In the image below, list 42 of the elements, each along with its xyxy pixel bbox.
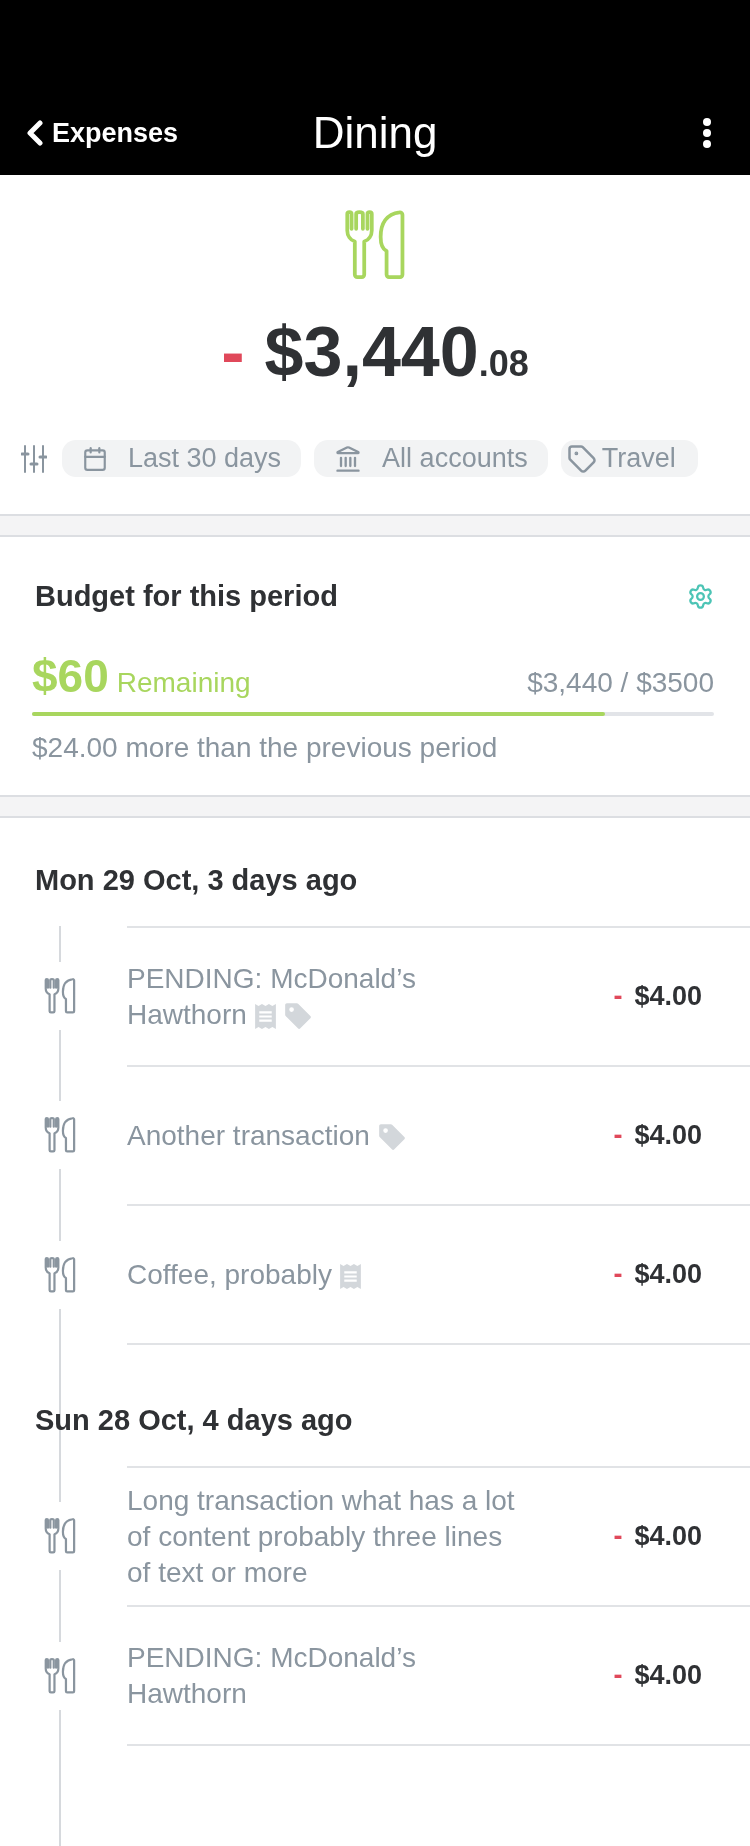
fork-knife-icon bbox=[43, 1657, 77, 1694]
budget-comparison: $24.00 more than the previous period bbox=[32, 732, 499, 764]
minus-sign: - bbox=[613, 1520, 623, 1554]
page-title: Dining bbox=[312, 107, 438, 159]
transaction-amount: $4.00 bbox=[634, 1258, 702, 1292]
transaction-amount: $4.00 bbox=[634, 1119, 702, 1153]
filter-sliders-icon[interactable] bbox=[21, 444, 47, 473]
filter-chip[interactable]: Travel bbox=[560, 440, 698, 477]
remaining-amount: $60 bbox=[32, 653, 109, 699]
filter-chip[interactable]: All accounts bbox=[314, 440, 548, 477]
transaction-description: Long transaction what has a lot of content probably three lines of text or more bbox=[127, 1484, 515, 1588]
fork-knife-icon bbox=[43, 977, 77, 1014]
minus-sign: - bbox=[613, 980, 623, 1014]
bank-icon bbox=[334, 444, 363, 473]
filter-chip[interactable]: Last 30 days bbox=[62, 440, 302, 477]
minus-sign: - bbox=[613, 1119, 623, 1153]
fork-knife-icon bbox=[43, 1517, 77, 1554]
transaction-amount: $4.00 bbox=[634, 1520, 702, 1554]
transaction-amount: $4.00 bbox=[634, 1659, 702, 1693]
minus-sign: - bbox=[613, 1659, 623, 1693]
calendar-icon bbox=[82, 445, 108, 472]
fork-knife-icon bbox=[43, 1256, 77, 1293]
date-heading: Mon 29 Oct, 3 days ago bbox=[35, 863, 359, 897]
budget-title: Budget for this period bbox=[35, 579, 338, 613]
amount-cents: .08 bbox=[478, 342, 529, 386]
minus-sign: - bbox=[221, 316, 245, 388]
more-menu-icon[interactable] bbox=[702, 118, 712, 148]
transaction-description: Another transaction bbox=[127, 1119, 370, 1151]
back-button[interactable]: Expenses bbox=[24, 112, 179, 154]
total-amount: $3,440 bbox=[264, 316, 479, 388]
tag-icon bbox=[566, 443, 597, 474]
transaction-amount: $4.00 bbox=[634, 980, 702, 1014]
transaction-description: Coffee, probably bbox=[127, 1258, 332, 1290]
transaction-description: PENDING: McDonald’s Hawthorn bbox=[127, 962, 416, 1030]
minus-sign: - bbox=[613, 1258, 623, 1292]
spent-of-budget: $3,440 / $3500 bbox=[527, 666, 714, 700]
remaining-label: Remaining bbox=[116, 666, 251, 700]
date-heading: Sun 28 Oct, 4 days ago bbox=[35, 1403, 354, 1437]
settings-icon[interactable] bbox=[687, 582, 714, 610]
chevron-left-icon bbox=[24, 120, 44, 146]
fork-knife-icon bbox=[43, 1116, 77, 1153]
transaction-description: PENDING: McDonald’s Hawthorn bbox=[127, 1641, 416, 1709]
